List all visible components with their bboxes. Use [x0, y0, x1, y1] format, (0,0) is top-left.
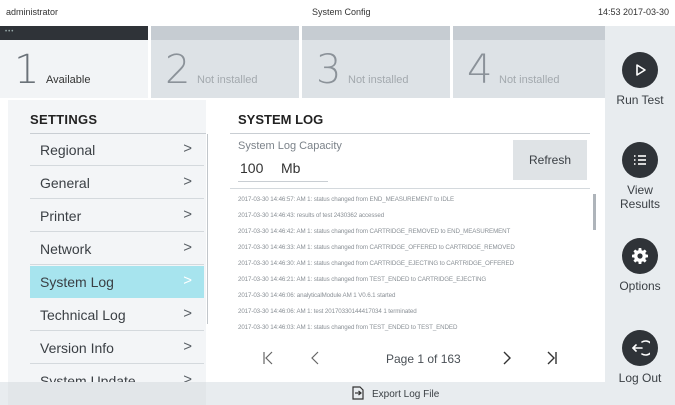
- chevron-right-icon: >: [183, 338, 192, 355]
- list-icon: [622, 142, 658, 178]
- settings-item-system-update[interactable]: System Update >: [30, 365, 204, 382]
- log-out-button[interactable]: Log Out: [605, 330, 675, 385]
- chevron-right-icon: >: [183, 206, 192, 223]
- settings-item-system-log[interactable]: System Log >: [30, 266, 204, 298]
- chevron-right-icon: >: [183, 371, 192, 382]
- settings-item-label: System Log: [40, 274, 114, 290]
- log-entries-list: 2017-03-30 14:46:57: AM 1: status change…: [230, 188, 590, 340]
- log-capacity-field[interactable]: 100 Mb: [238, 156, 328, 182]
- log-entry: 2017-03-30 14:46:30: AM 1: status change…: [238, 260, 514, 267]
- top-status-bar: administrator System Config 14:53 2017-0…: [0, 0, 675, 26]
- module-status-label: Not installed: [499, 74, 560, 86]
- module-status-bar: [302, 26, 450, 40]
- log-entry: 2017-03-30 14:46:06: AM 1: test 20170330…: [238, 308, 417, 315]
- module-number: 1: [14, 47, 40, 93]
- log-entry: 2017-03-30 14:46:06: analyticalModule AM…: [238, 292, 396, 299]
- bottom-bar: Export Log File: [0, 382, 605, 405]
- settings-item-label: Printer: [40, 208, 82, 224]
- refresh-button[interactable]: Refresh: [513, 140, 587, 180]
- module-status-label: Not installed: [348, 74, 409, 86]
- first-page-icon[interactable]: [262, 350, 274, 369]
- chevron-right-icon: >: [183, 272, 192, 289]
- settings-item-label: General: [40, 175, 90, 191]
- export-log-file-label: Export Log File: [372, 389, 440, 401]
- prev-page-icon[interactable]: [310, 350, 320, 369]
- log-pager: Page 1 of 163: [230, 346, 590, 374]
- options-button[interactable]: Options: [605, 238, 675, 293]
- system-log-panel: SYSTEM LOG System Log Capacity 100 Mb Re…: [208, 100, 605, 382]
- chevron-right-icon: >: [183, 239, 192, 256]
- settings-item-technical-log[interactable]: Technical Log >: [30, 299, 204, 331]
- run-test-button[interactable]: Run Test: [605, 52, 675, 107]
- view-results-button[interactable]: View Results: [605, 142, 675, 211]
- options-label: Options: [619, 279, 661, 293]
- module-1[interactable]: ••• 1 Available: [0, 26, 148, 98]
- module-status-bar: •••: [0, 26, 148, 40]
- module-4[interactable]: 4 Not installed: [453, 26, 605, 98]
- view-results-label: View Results: [619, 183, 660, 211]
- logout-icon: [622, 330, 658, 366]
- chevron-right-icon: >: [183, 305, 192, 322]
- module-status-label: Not installed: [197, 74, 258, 86]
- log-entry: 2017-03-30 14:46:42: AM 1: status change…: [238, 228, 511, 235]
- chevron-right-icon: >: [183, 140, 192, 157]
- log-entry: 2017-03-30 14:46:03: AM 1: status change…: [238, 324, 458, 331]
- page-indicator: Page 1 of 163: [386, 352, 461, 366]
- settings-item-label: Version Info: [40, 340, 114, 356]
- chevron-right-icon: >: [183, 173, 192, 190]
- settings-item-version-info[interactable]: Version Info >: [30, 332, 204, 364]
- module-2[interactable]: 2 Not installed: [151, 26, 299, 98]
- module-3[interactable]: 3 Not installed: [302, 26, 450, 98]
- log-entry: 2017-03-30 14:46:21: AM 1: status change…: [238, 276, 487, 283]
- settings-item-network[interactable]: Network >: [30, 233, 204, 265]
- module-status-bar: [453, 26, 605, 40]
- module-indicator-icon: •••: [5, 29, 15, 35]
- log-capacity-value: 100: [240, 160, 264, 176]
- log-entry: 2017-03-30 14:46:43: results of test 243…: [238, 212, 385, 219]
- divider: [230, 133, 590, 134]
- module-number: 2: [165, 47, 191, 93]
- module-number: 4: [467, 47, 493, 93]
- module-number: 3: [316, 47, 342, 93]
- module-status-bar: [151, 26, 299, 40]
- settings-item-general[interactable]: General >: [30, 167, 204, 199]
- settings-item-label: Network: [40, 241, 92, 257]
- log-out-label: Log Out: [618, 371, 662, 385]
- last-page-icon[interactable]: [546, 350, 558, 369]
- export-icon: [352, 386, 364, 403]
- settings-panel: SETTINGS Regional > General > Printer > …: [8, 100, 210, 382]
- play-icon: [622, 52, 658, 88]
- system-log-heading: SYSTEM LOG: [238, 112, 324, 127]
- run-test-label: Run Test: [616, 93, 664, 107]
- action-rail: Run Test View Results Options Log Out: [605, 26, 675, 405]
- gear-icon: [622, 238, 658, 274]
- module-status-label: Available: [46, 74, 91, 86]
- log-capacity-unit: Mb: [281, 160, 301, 176]
- next-page-icon[interactable]: [502, 350, 512, 369]
- export-log-file-button[interactable]: Export Log File: [352, 386, 439, 403]
- bottom-left-area: [8, 382, 206, 405]
- log-entry: 2017-03-30 14:46:33: AM 1: status change…: [238, 244, 515, 251]
- settings-item-regional[interactable]: Regional >: [30, 134, 204, 166]
- settings-item-label: Technical Log: [40, 307, 126, 323]
- clock: 14:53 2017-03-30: [597, 7, 669, 17]
- screen-title: System Config: [312, 7, 371, 17]
- current-user: administrator: [6, 7, 59, 17]
- log-capacity-label: System Log Capacity: [238, 140, 342, 152]
- settings-item-label: System Update: [40, 373, 136, 382]
- log-scrollbar[interactable]: [593, 194, 596, 230]
- module-status-row: ••• 1 Available 2 Not installed 3 Not in…: [0, 26, 605, 98]
- settings-heading: SETTINGS: [30, 112, 98, 127]
- settings-item-printer[interactable]: Printer >: [30, 200, 204, 232]
- settings-item-label: Regional: [40, 142, 96, 158]
- log-entry: 2017-03-30 14:46:57: AM 1: status change…: [238, 196, 455, 203]
